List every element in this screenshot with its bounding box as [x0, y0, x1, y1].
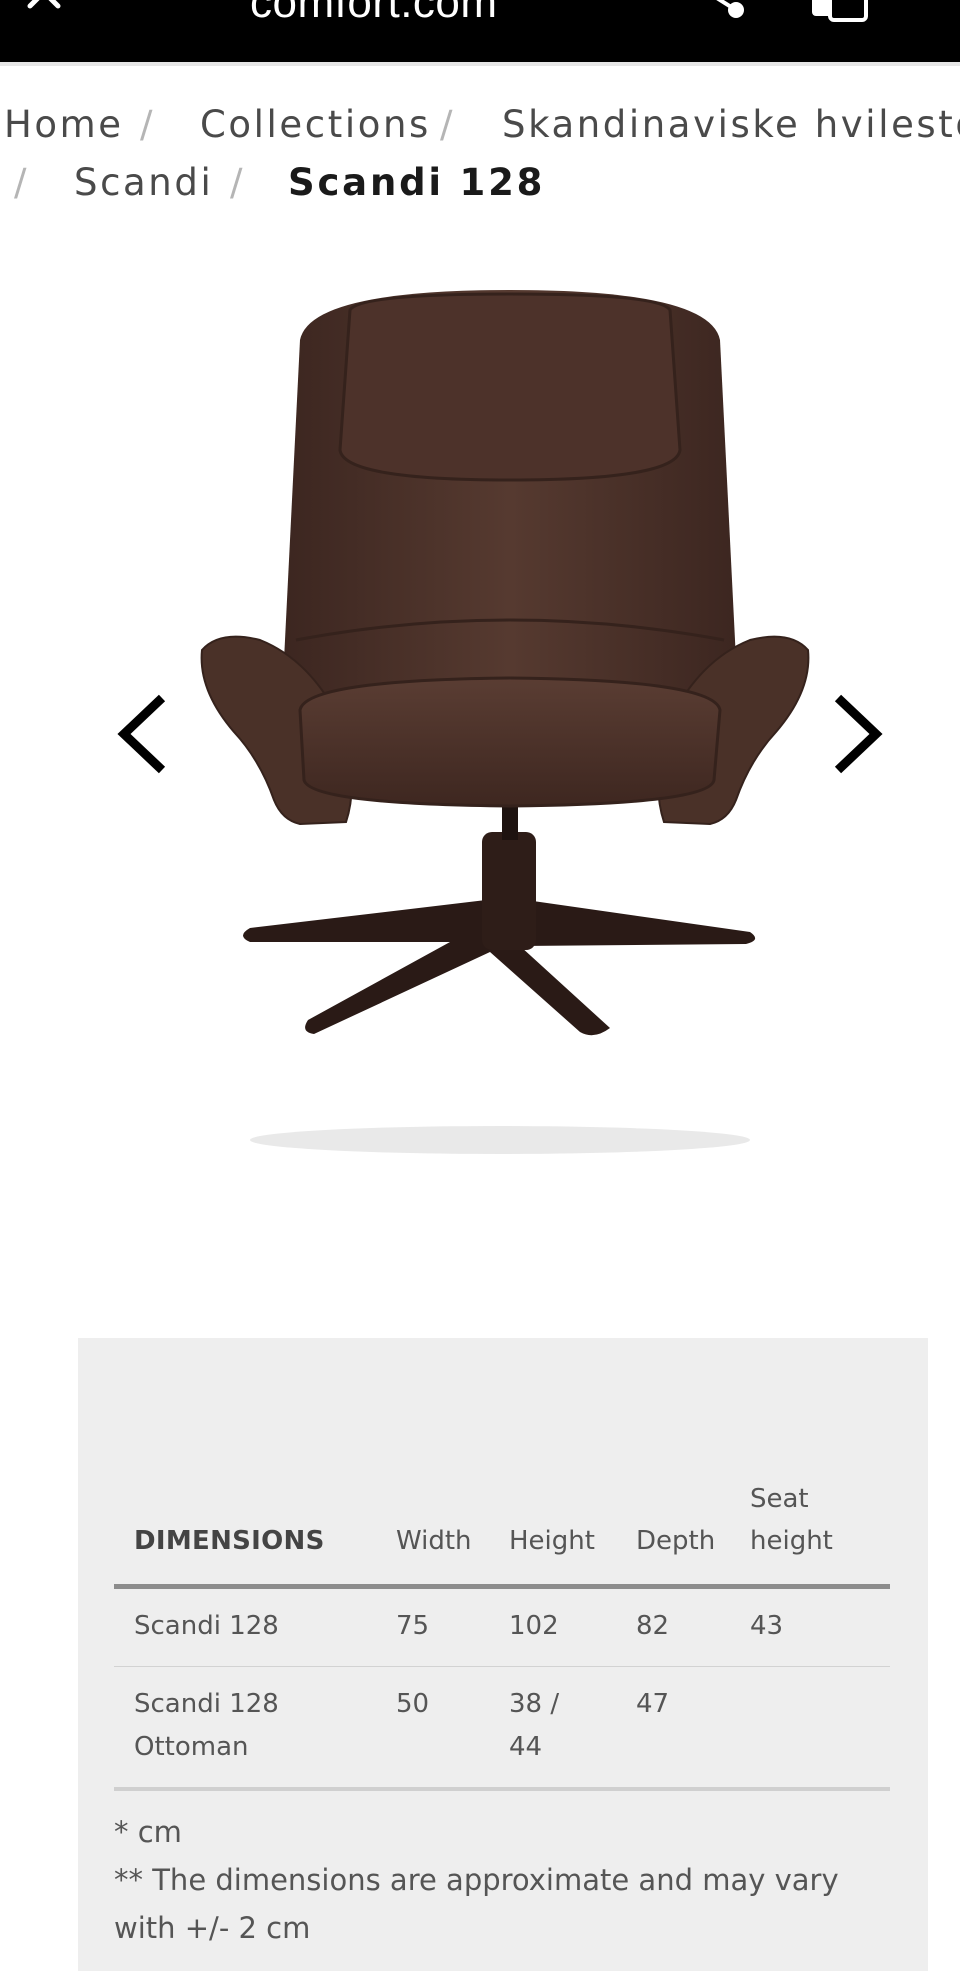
cell-seat-height: [730, 1667, 890, 1790]
breadcrumb-current: Scandi 128: [288, 161, 546, 204]
dimensions-panel: DIMENSIONS Width Height Depth Seat heigh…: [78, 1338, 928, 1971]
chevron-right-icon[interactable]: [830, 688, 890, 780]
breadcrumb-skandinaviske[interactable]: Skandinaviske hvilestol: [502, 96, 960, 154]
cell-height: 38 / 44: [509, 1689, 560, 1762]
header-depth: Depth: [636, 1526, 716, 1556]
tabs-icon[interactable]: [808, 0, 870, 22]
header-seat-height: Seat height: [750, 1484, 833, 1556]
breadcrumb-collections[interactable]: Collections: [200, 96, 431, 154]
header-dimensions: DIMENSIONS: [134, 1526, 325, 1556]
chevron-down-icon[interactable]: [148, 0, 176, 6]
table-row: Scandi 128 75 102 82 43: [114, 1587, 890, 1667]
cell-depth: 47: [636, 1689, 670, 1719]
close-icon[interactable]: [26, 0, 62, 10]
toolbar-divider: [0, 62, 960, 66]
cell-depth: 82: [636, 1611, 670, 1641]
cell-seat-height: 43: [750, 1611, 784, 1641]
url-text[interactable]: comfort.com: [250, 0, 498, 28]
breadcrumb-scandi[interactable]: Scandi: [74, 154, 213, 212]
table-header-row: DIMENSIONS Width Height Depth Seat heigh…: [114, 1478, 890, 1587]
breadcrumb: Home / Collections / Skandinaviske hvile…: [0, 96, 960, 212]
header-height: Height: [509, 1526, 595, 1556]
dimension-notes: * cm ** The dimensions are approximate a…: [114, 1808, 890, 1952]
share-icon[interactable]: [694, 0, 746, 20]
note-unit: * cm: [114, 1815, 182, 1849]
chevron-left-icon[interactable]: [110, 688, 170, 780]
breadcrumb-separator: /: [440, 103, 456, 146]
cell-height: 102: [509, 1611, 559, 1641]
cell-width: 50: [396, 1689, 430, 1719]
cell-name: Scandi 128 Ottoman: [134, 1689, 279, 1762]
cell-name: Scandi 128: [134, 1611, 279, 1641]
dimensions-table: DIMENSIONS Width Height Depth Seat heigh…: [114, 1478, 890, 1791]
product-image-carousel: [0, 270, 960, 1170]
more-icon[interactable]: [946, 0, 960, 20]
cell-width: 75: [396, 1611, 430, 1641]
browser-toolbar: comfort.com: [0, 0, 960, 62]
header-width: Width: [396, 1526, 472, 1556]
breadcrumb-separator: /: [230, 161, 246, 204]
table-row: Scandi 128 Ottoman 50 38 / 44 47: [114, 1667, 890, 1790]
breadcrumb-home[interactable]: Home: [4, 96, 124, 154]
note-approximate: ** The dimensions are approximate and ma…: [114, 1863, 839, 1945]
product-image: [200, 290, 810, 1154]
breadcrumb-separator: /: [14, 161, 30, 204]
breadcrumb-separator: /: [140, 103, 156, 146]
